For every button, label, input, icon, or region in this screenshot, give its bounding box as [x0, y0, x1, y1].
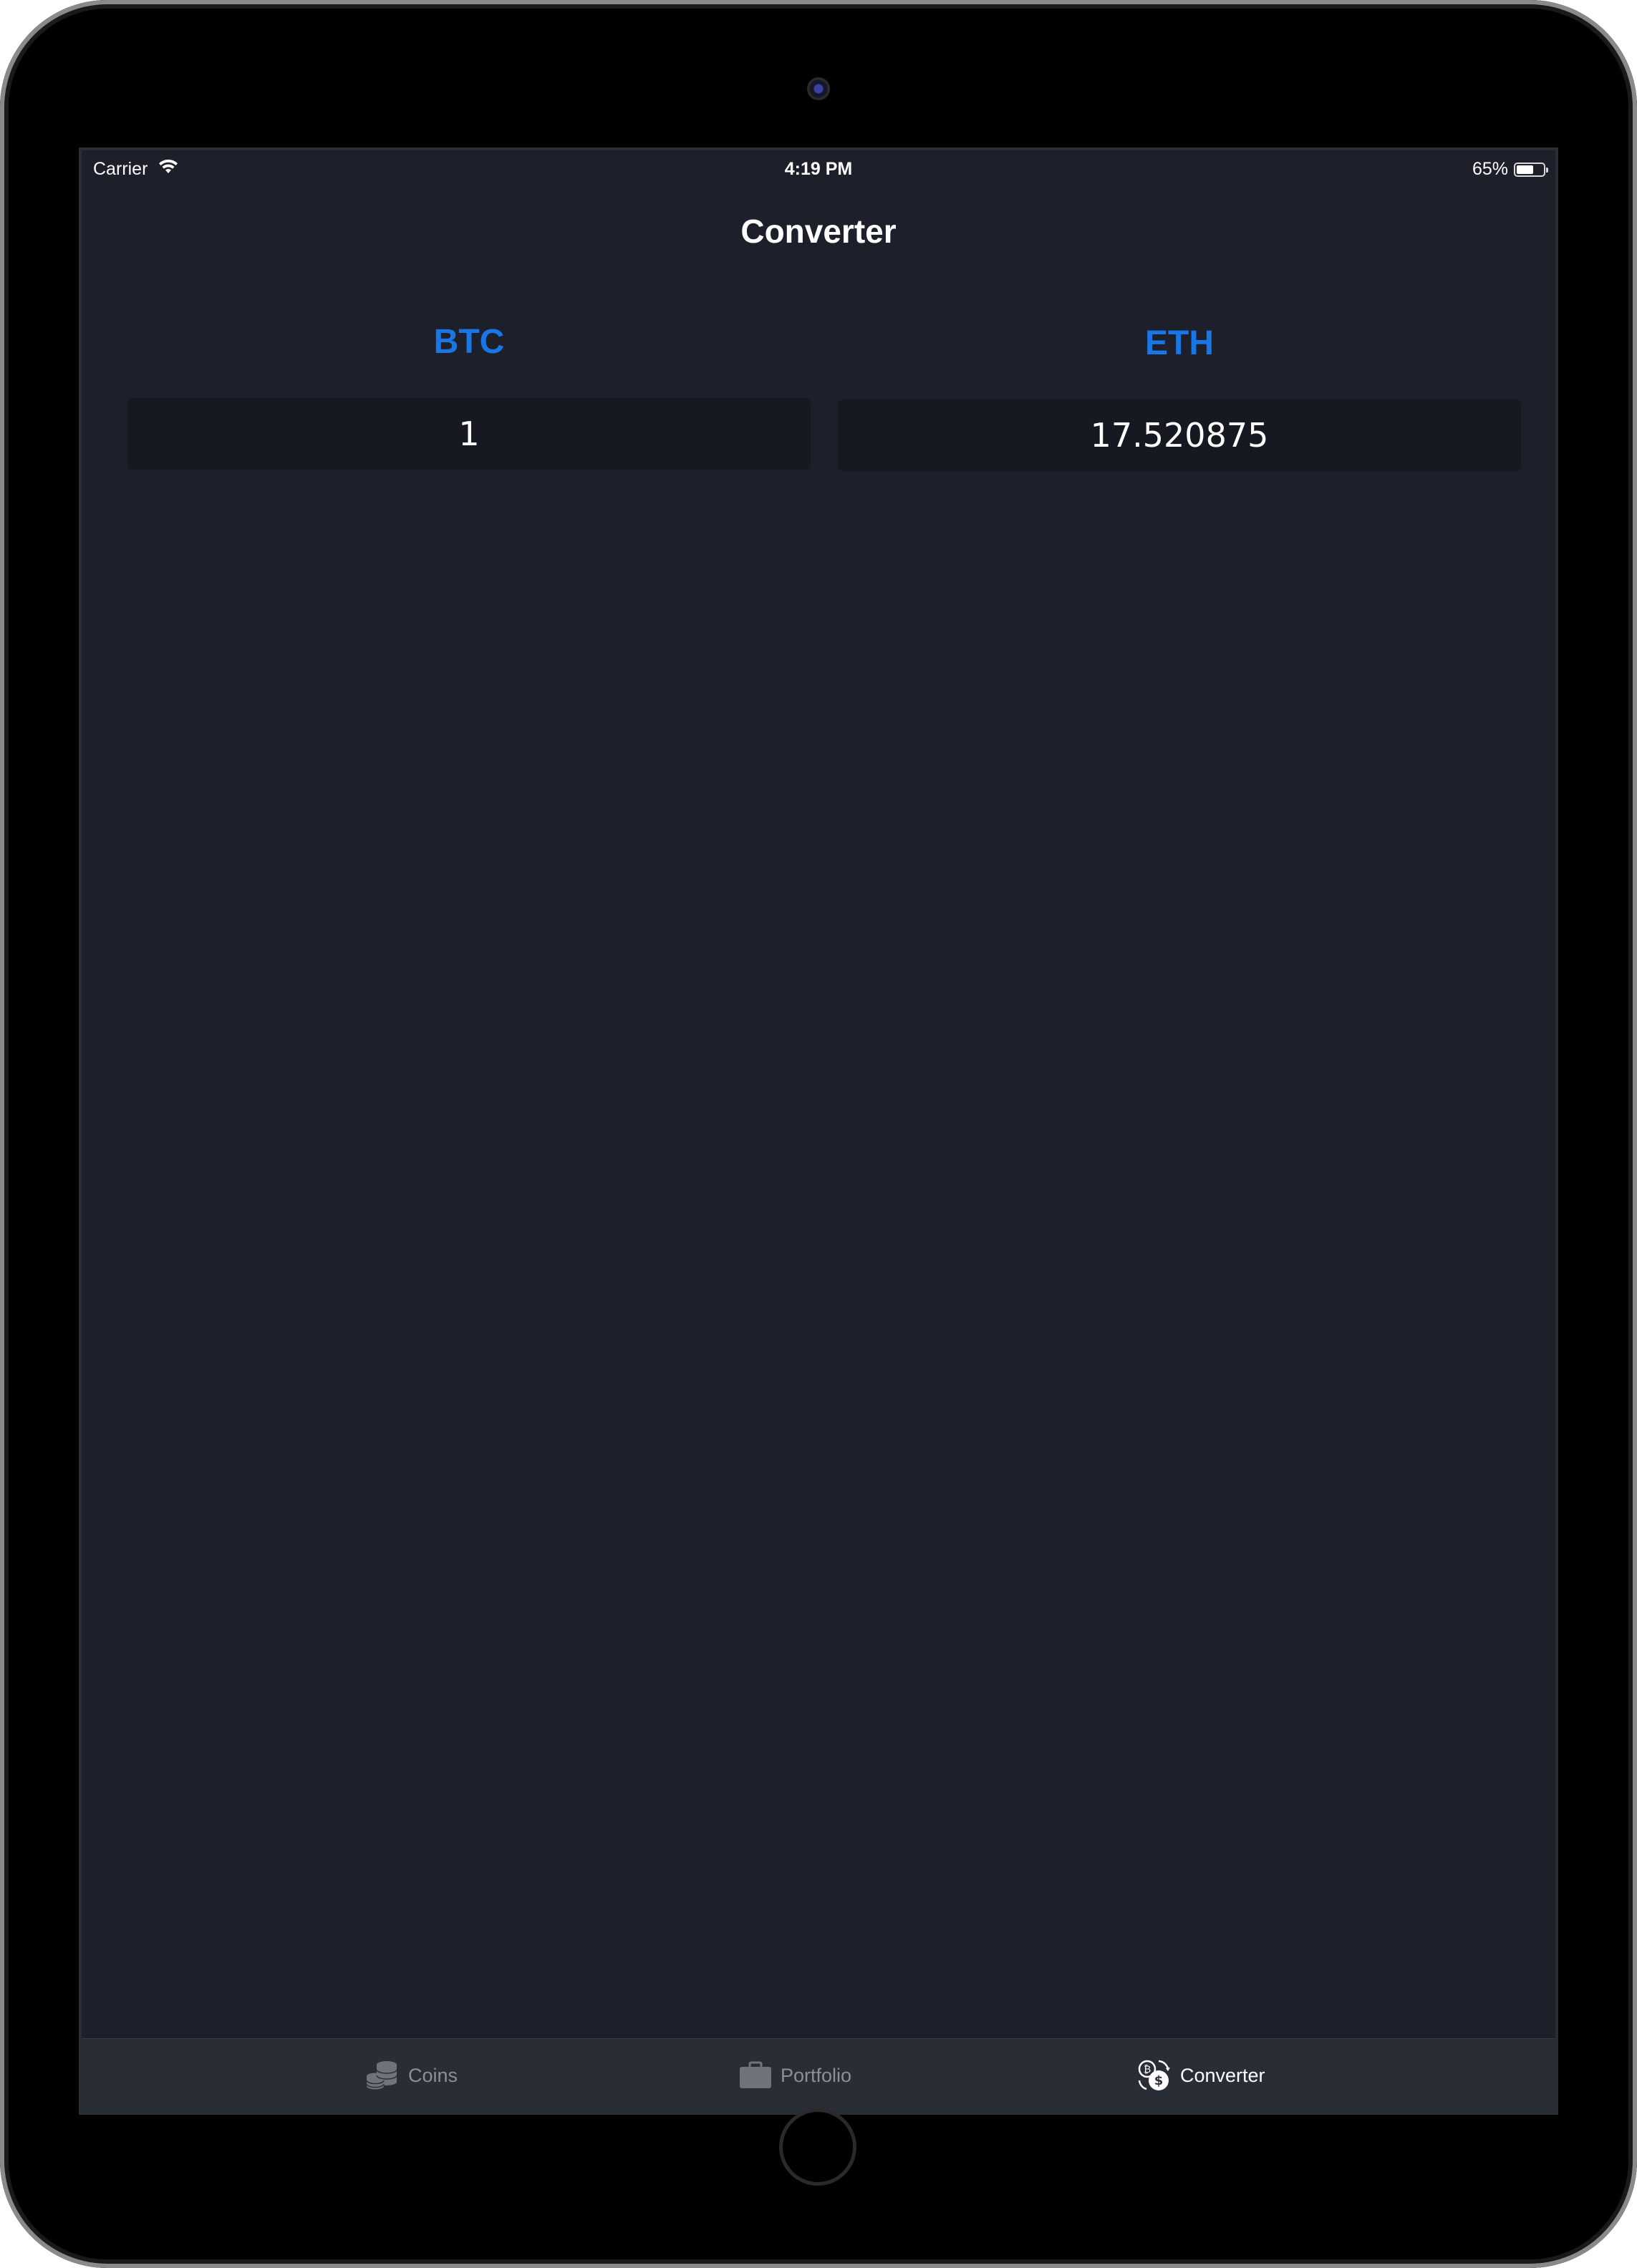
status-right: 65% [1472, 159, 1548, 180]
ipad-device-frame: Carrier 4:19 PM 65% Converter BTC ETH 1 … [0, 0, 1637, 2268]
from-currency-button[interactable]: BTC [127, 322, 811, 362]
coins-icon [365, 2060, 400, 2090]
tab-portfolio-label: Portfolio [781, 2064, 852, 2086]
battery-icon [1514, 162, 1548, 177]
briefcase-icon [739, 2061, 772, 2090]
tab-converter-label: Converter [1180, 2064, 1265, 2086]
tab-portfolio[interactable]: Portfolio [739, 2039, 851, 2112]
from-amount-field[interactable] [127, 398, 811, 470]
page-title: Converter [740, 213, 897, 250]
front-camera [807, 77, 830, 100]
status-bar: Carrier 4:19 PM 65% [82, 150, 1555, 190]
svg-text:₿: ₿ [1144, 2064, 1151, 2075]
tab-coins[interactable]: Coins [365, 2039, 458, 2112]
tab-coins-label: Coins [408, 2064, 458, 2086]
battery-percent: 65% [1472, 159, 1508, 179]
tab-bar: Coins Portfolio ₿ $ Converter [82, 2038, 1555, 2112]
to-amount-field[interactable] [838, 399, 1521, 471]
battery-level-fill [1517, 165, 1533, 174]
home-button[interactable] [779, 2108, 856, 2186]
to-currency-button[interactable]: ETH [838, 324, 1521, 363]
status-time: 4:19 PM [784, 159, 853, 179]
tab-converter[interactable]: ₿ $ Converter [1137, 2039, 1265, 2112]
svg-text:$: $ [1154, 2073, 1164, 2088]
currency-exchange-icon: ₿ $ [1137, 2059, 1172, 2092]
app-screen: Carrier 4:19 PM 65% Converter BTC ETH 1 … [79, 147, 1558, 2115]
